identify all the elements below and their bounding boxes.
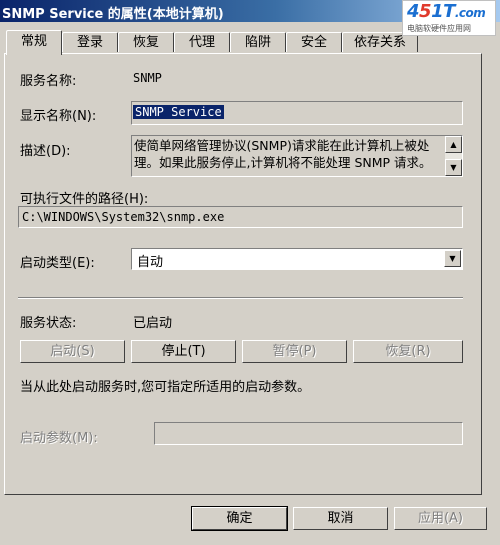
path-field: C:\WINDOWS\System32\snmp.exe xyxy=(18,206,463,228)
startup-type-label: 启动类型(E): xyxy=(20,256,95,271)
service-name-label: 服务名称: xyxy=(20,74,77,89)
status-value: 已启动 xyxy=(133,316,173,331)
scroll-down-icon[interactable]: ▼ xyxy=(445,159,462,176)
watermark-subtitle: 电脑软硬件应用网 xyxy=(407,24,471,33)
stop-button[interactable]: 停止(T) xyxy=(131,340,236,363)
display-name-field[interactable]: SNMP Service xyxy=(131,101,463,125)
service-name-value: SNMP xyxy=(133,71,162,85)
hint-text: 当从此处启动服务时,您可指定所适用的启动参数。 xyxy=(20,380,311,395)
description-value: 使简单网络管理协议(SNMP)请求能在此计算机上被处理。如果此服务停止,计算机将… xyxy=(134,138,432,173)
path-value: C:\WINDOWS\System32\snmp.exe xyxy=(22,210,225,224)
tab-recovery[interactable]: 恢复 xyxy=(118,32,174,52)
tab-general[interactable]: 常规 xyxy=(6,30,62,55)
startup-type-value: 自动 xyxy=(137,255,164,270)
separator xyxy=(18,297,463,299)
resume-button[interactable]: 恢复(R) xyxy=(353,340,463,363)
general-panel: 服务名称: SNMP 显示名称(N): SNMP Service 描述(D): … xyxy=(4,53,482,495)
watermark-logo-text: 451T.com xyxy=(407,1,486,22)
pause-button[interactable]: 暂停(P) xyxy=(242,340,347,363)
apply-button[interactable]: 应用(A) xyxy=(394,507,487,530)
params-label: 启动参数(M): xyxy=(20,431,98,446)
path-label: 可执行文件的路径(H): xyxy=(20,192,149,207)
tab-security[interactable]: 安全 xyxy=(286,32,342,52)
tab-agent[interactable]: 代理 xyxy=(174,32,230,52)
window-title: SNMP Service 的属性(本地计算机) xyxy=(2,7,224,22)
params-field[interactable] xyxy=(154,422,463,445)
display-name-value: SNMP Service xyxy=(133,105,224,119)
cancel-button[interactable]: 取消 xyxy=(293,507,388,530)
startup-type-dropdown[interactable]: 自动 ▼ xyxy=(131,248,463,270)
watermark-logo: 451T.com 电脑软硬件应用网 xyxy=(402,0,496,36)
description-label: 描述(D): xyxy=(20,144,71,159)
description-field[interactable]: 使简单网络管理协议(SNMP)请求能在此计算机上被处理。如果此服务停止,计算机将… xyxy=(131,135,463,177)
display-name-label: 显示名称(N): xyxy=(20,109,97,124)
ok-button[interactable]: 确定 xyxy=(191,506,288,531)
start-button[interactable]: 启动(S) xyxy=(20,340,125,363)
description-scrollbar[interactable]: ▲ ▼ xyxy=(445,136,462,176)
scroll-up-icon[interactable]: ▲ xyxy=(445,136,462,153)
chevron-down-icon[interactable]: ▼ xyxy=(444,250,461,267)
status-label: 服务状态: xyxy=(20,316,77,331)
tab-logon[interactable]: 登录 xyxy=(62,32,118,52)
tab-traps[interactable]: 陷阱 xyxy=(230,32,286,52)
